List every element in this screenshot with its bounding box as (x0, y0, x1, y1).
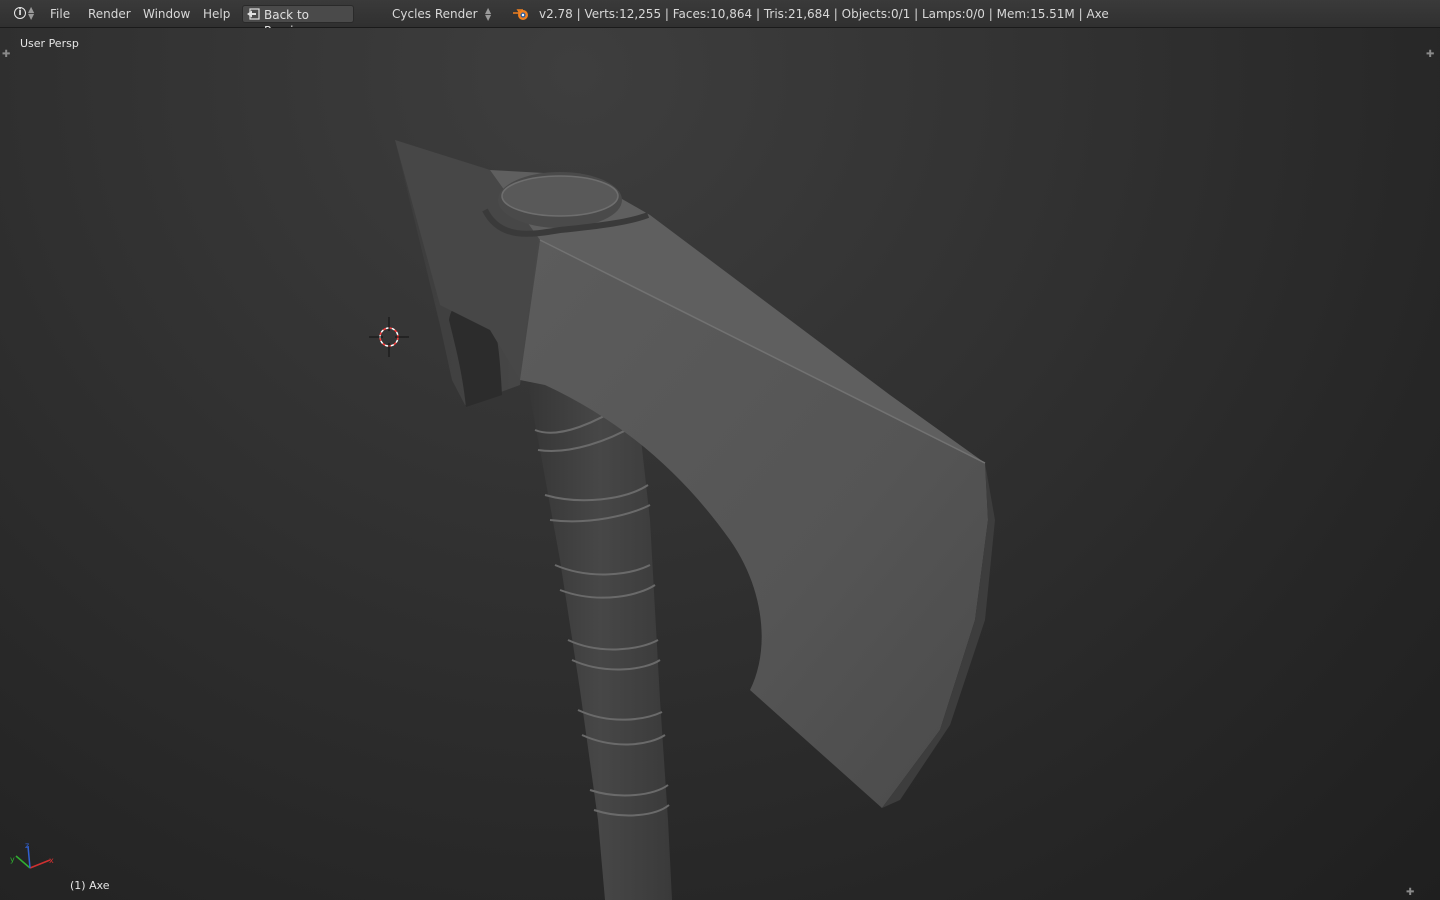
axis-x-label: x (49, 856, 54, 865)
properties-toggle-icon[interactable]: ✚ (1426, 50, 1434, 60)
axe-head (395, 140, 995, 808)
updown-arrows-icon: ▲ ▼ (485, 6, 492, 22)
axe-model[interactable]: x y z (0, 28, 1440, 900)
editor-type-selector[interactable]: i ▲ ▼ (12, 5, 38, 23)
info-icon: i (14, 7, 26, 19)
menu-window[interactable]: Window (143, 6, 190, 22)
info-header: i ▲▼ File Render Window Help Back to Pre… (0, 0, 1440, 38)
active-object-label: (1) Axe (70, 879, 110, 892)
render-engine-value: Cycles Render (392, 7, 478, 21)
render-engine-select[interactable]: Cycles Render ▲ ▼ (382, 5, 494, 23)
back-to-previous-button[interactable]: Back to Previous (242, 5, 354, 38)
tool-shelf-toggle-icon[interactable]: ✚ (2, 50, 10, 60)
axe-handle (528, 382, 672, 900)
menu-render[interactable]: Render (88, 6, 131, 22)
menu-help[interactable]: Help (203, 6, 230, 22)
updown-arrows-icon: ▲ ▼ (28, 5, 35, 21)
axis-y-label: y (10, 855, 15, 864)
area-split-corner-icon[interactable]: ✚ (1406, 888, 1414, 898)
blender-logo-icon (513, 9, 528, 20)
menu-file[interactable]: File (50, 6, 70, 22)
3d-cursor (369, 317, 409, 357)
3d-viewport[interactable]: x y z User Persp (1) Axe ✚ ✚ ✚ (0, 28, 1440, 900)
axis-gizmo: x y z (10, 841, 54, 869)
scene-statistics: v2.78 | Verts:12,255 | Faces:10,864 | Tr… (539, 7, 1109, 21)
axis-z-label: z (25, 841, 29, 850)
back-arrow-icon (247, 8, 260, 20)
view-perspective-label: User Persp (20, 37, 79, 50)
